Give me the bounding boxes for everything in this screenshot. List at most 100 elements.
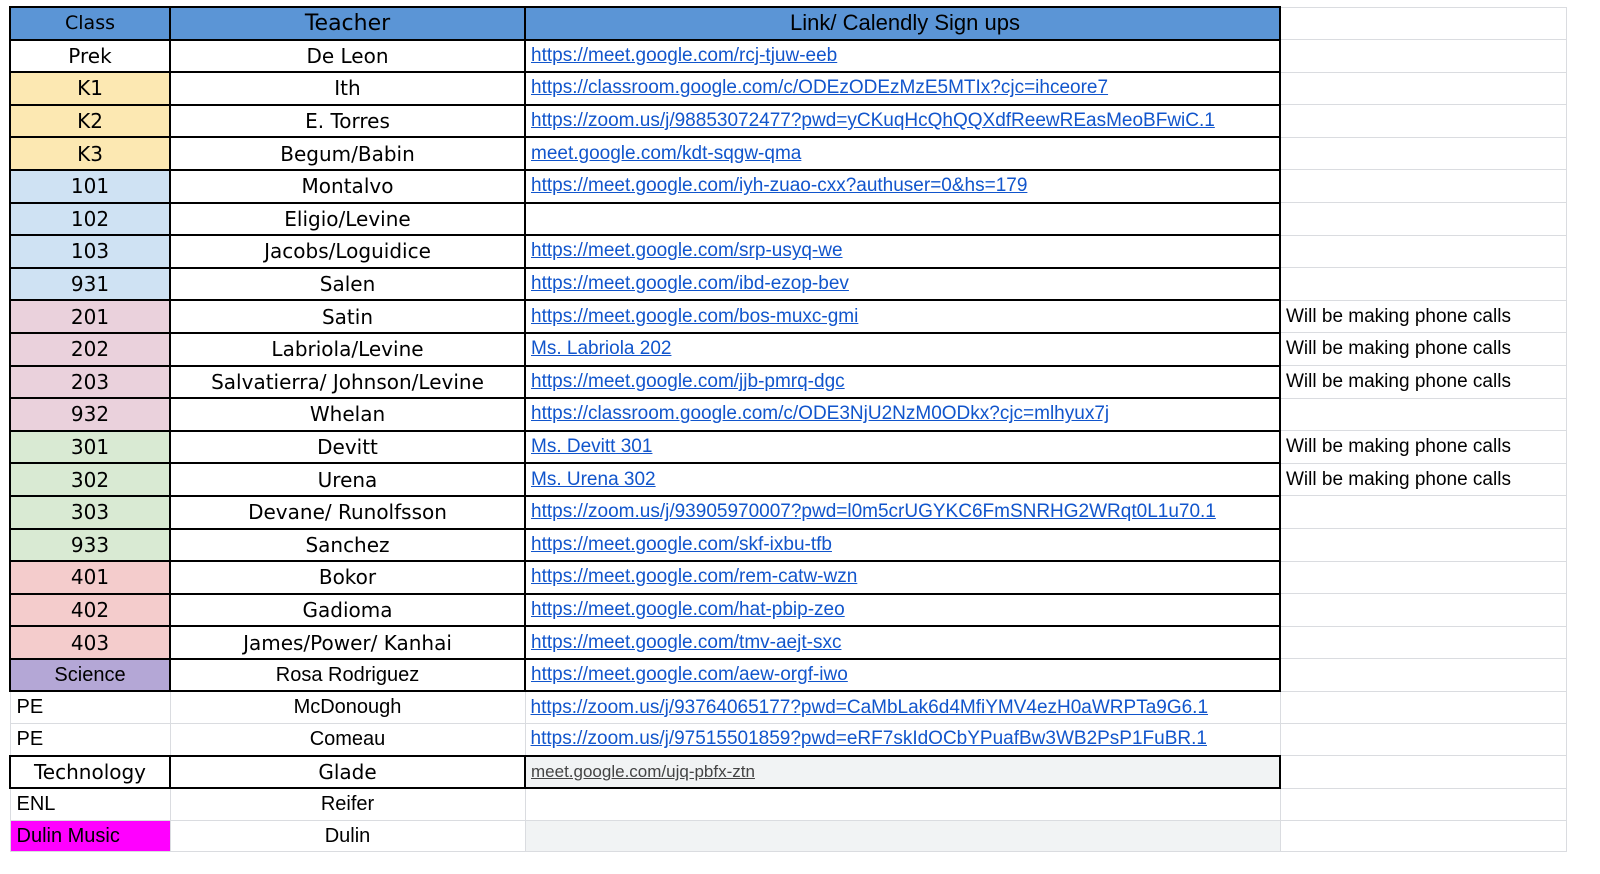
meeting-link[interactable]: meet.google.com/ujq-pbfx-ztn <box>531 762 755 781</box>
meeting-link[interactable]: https://zoom.us/j/93905970007?pwd=l0m5cr… <box>531 501 1216 522</box>
link-cell[interactable]: https://zoom.us/j/93905970007?pwd=l0m5cr… <box>524 494 1281 530</box>
note-cell[interactable] <box>1279 39 1567 73</box>
meeting-link[interactable]: https://meet.google.com/ibd-ezop-bev <box>531 273 849 294</box>
note-cell[interactable]: Will be making phone calls <box>1279 332 1567 367</box>
link-cell[interactable]: meet.google.com/kdt-sqgw-qma <box>524 136 1281 171</box>
class-cell[interactable]: 931 <box>9 266 171 302</box>
class-cell[interactable]: K1 <box>9 71 171 106</box>
teacher-cell[interactable]: McDonough <box>169 690 526 725</box>
link-cell[interactable]: https://classroom.google.com/c/ODE3NjU2N… <box>524 397 1281 432</box>
class-cell[interactable]: 203 <box>9 364 171 400</box>
link-cell[interactable] <box>524 819 1281 853</box>
class-cell[interactable]: PE <box>9 723 171 757</box>
meeting-link[interactable]: https://meet.google.com/skf-ixbu-tfb <box>531 534 832 555</box>
note-cell[interactable] <box>1279 267 1567 301</box>
note-cell[interactable] <box>1279 71 1567 106</box>
meeting-link[interactable]: Ms. Urena 302 <box>531 469 656 490</box>
note-cell[interactable] <box>1279 787 1567 821</box>
note-cell[interactable] <box>1279 234 1567 269</box>
teacher-cell[interactable]: Begum/Babin <box>169 136 526 171</box>
link-cell[interactable] <box>524 201 1281 237</box>
note-cell[interactable] <box>1279 136 1567 171</box>
link-cell[interactable]: Ms. Devitt 301 <box>524 429 1281 465</box>
class-cell[interactable]: 101 <box>9 168 171 204</box>
note-cell[interactable] <box>1279 658 1567 692</box>
note-cell[interactable]: Will be making phone calls <box>1279 462 1567 497</box>
link-cell[interactable]: https://zoom.us/j/97515501859?pwd=eRF7sk… <box>524 723 1281 757</box>
meeting-link[interactable]: https://meet.google.com/srp-usyq-we <box>531 240 843 261</box>
link-cell[interactable]: https://classroom.google.com/c/ODEzODEzM… <box>524 71 1281 106</box>
class-cell[interactable]: 201 <box>9 299 171 334</box>
meeting-link[interactable]: meet.google.com/kdt-sqgw-qma <box>531 143 801 164</box>
teacher-cell[interactable]: Ith <box>169 71 526 106</box>
link-cell[interactable]: https://meet.google.com/rem-catw-wzn <box>524 560 1281 595</box>
meeting-link[interactable]: https://zoom.us/j/97515501859?pwd=eRF7sk… <box>531 728 1207 749</box>
teacher-cell[interactable]: Devane/ Runolfsson <box>169 494 526 530</box>
teacher-cell[interactable]: Gadioma <box>169 592 526 628</box>
note-cell[interactable] <box>1279 397 1567 432</box>
class-cell[interactable]: 402 <box>9 592 171 628</box>
note-cell[interactable]: Will be making phone calls <box>1279 365 1567 399</box>
class-cell[interactable]: 102 <box>9 201 171 237</box>
meeting-link[interactable]: https://meet.google.com/rem-catw-wzn <box>531 566 857 587</box>
header-class[interactable]: Class <box>9 6 171 41</box>
class-cell[interactable]: 202 <box>9 331 171 367</box>
class-cell[interactable]: K2 <box>9 103 171 139</box>
link-cell[interactable]: Ms. Urena 302 <box>524 462 1281 497</box>
teacher-cell[interactable]: Reifer <box>169 787 526 821</box>
meeting-link[interactable]: https://classroom.google.com/c/ODEzODEzM… <box>531 77 1108 98</box>
link-cell[interactable]: https://meet.google.com/srp-usyq-we <box>524 234 1281 269</box>
meeting-link[interactable]: https://zoom.us/j/93764065177?pwd=CaMbLa… <box>531 697 1209 718</box>
teacher-cell[interactable]: Sanchez <box>169 527 526 563</box>
class-cell[interactable]: 932 <box>9 397 171 432</box>
teacher-cell[interactable]: Dulin <box>169 819 526 853</box>
link-cell[interactable]: https://meet.google.com/aew-orgf-iwo <box>524 657 1281 693</box>
meeting-link[interactable]: https://meet.google.com/aew-orgf-iwo <box>531 664 848 685</box>
note-cell[interactable] <box>1279 560 1567 595</box>
note-cell[interactable] <box>1279 625 1567 660</box>
meeting-link[interactable]: Ms. Labriola 202 <box>531 338 671 359</box>
link-cell[interactable]: https://meet.google.com/bos-muxc-gmi <box>524 299 1281 334</box>
meeting-link[interactable]: https://meet.google.com/tmv-aejt-sxc <box>531 632 841 653</box>
link-cell[interactable]: https://meet.google.com/tmv-aejt-sxc <box>524 625 1281 660</box>
note-cell[interactable] <box>1279 495 1567 529</box>
meeting-link[interactable]: https://meet.google.com/rcj-tjuw-eeb <box>531 45 837 66</box>
teacher-cell[interactable]: Bokor <box>169 560 526 595</box>
link-cell[interactable]: https://meet.google.com/hat-pbip-zeo <box>524 592 1281 628</box>
note-cell[interactable] <box>1279 690 1567 725</box>
header-empty-cell[interactable] <box>1279 6 1567 41</box>
class-cell[interactable]: PE <box>9 690 171 725</box>
note-cell[interactable] <box>1279 528 1567 562</box>
link-cell[interactable]: https://meet.google.com/rcj-tjuw-eeb <box>524 38 1281 74</box>
header-link[interactable]: Link/ Calendly Sign ups <box>524 6 1281 41</box>
class-cell[interactable]: K3 <box>9 136 171 171</box>
class-cell[interactable]: Technology <box>9 754 171 790</box>
class-cell[interactable]: ENL <box>9 787 171 821</box>
class-cell[interactable]: Prek <box>9 38 171 74</box>
link-cell[interactable]: https://zoom.us/j/98853072477?pwd=yCKuqH… <box>524 103 1281 139</box>
teacher-cell[interactable]: Devitt <box>169 429 526 465</box>
teacher-cell[interactable]: Montalvo <box>169 168 526 204</box>
header-teacher[interactable]: Teacher <box>169 6 526 41</box>
link-cell[interactable]: https://meet.google.com/jjb-pmrq-dgc <box>524 364 1281 400</box>
note-cell[interactable] <box>1279 723 1567 757</box>
meeting-link[interactable]: https://meet.google.com/bos-muxc-gmi <box>531 306 858 327</box>
class-cell[interactable]: 103 <box>9 234 171 269</box>
teacher-cell[interactable]: Jacobs/Loguidice <box>169 234 526 269</box>
meeting-link[interactable]: https://zoom.us/j/98853072477?pwd=yCKuqH… <box>531 110 1215 131</box>
note-cell[interactable] <box>1279 169 1567 204</box>
meeting-link[interactable]: https://classroom.google.com/c/ODE3NjU2N… <box>531 403 1109 424</box>
class-cell[interactable]: 301 <box>9 429 171 465</box>
note-cell[interactable] <box>1279 593 1567 627</box>
note-cell[interactable] <box>1279 104 1567 138</box>
class-cell[interactable]: 302 <box>9 462 171 497</box>
class-cell[interactable]: 401 <box>9 560 171 595</box>
meeting-link[interactable]: https://meet.google.com/jjb-pmrq-dgc <box>531 371 845 392</box>
meeting-link[interactable]: https://meet.google.com/hat-pbip-zeo <box>531 599 845 620</box>
link-cell[interactable]: https://zoom.us/j/93764065177?pwd=CaMbLa… <box>524 690 1281 725</box>
teacher-cell[interactable]: Comeau <box>169 723 526 757</box>
class-cell[interactable]: Dulin Music <box>9 819 171 853</box>
teacher-cell[interactable]: Glade <box>169 754 526 790</box>
class-cell[interactable]: Science <box>9 657 171 693</box>
link-cell[interactable]: https://meet.google.com/skf-ixbu-tfb <box>524 527 1281 563</box>
